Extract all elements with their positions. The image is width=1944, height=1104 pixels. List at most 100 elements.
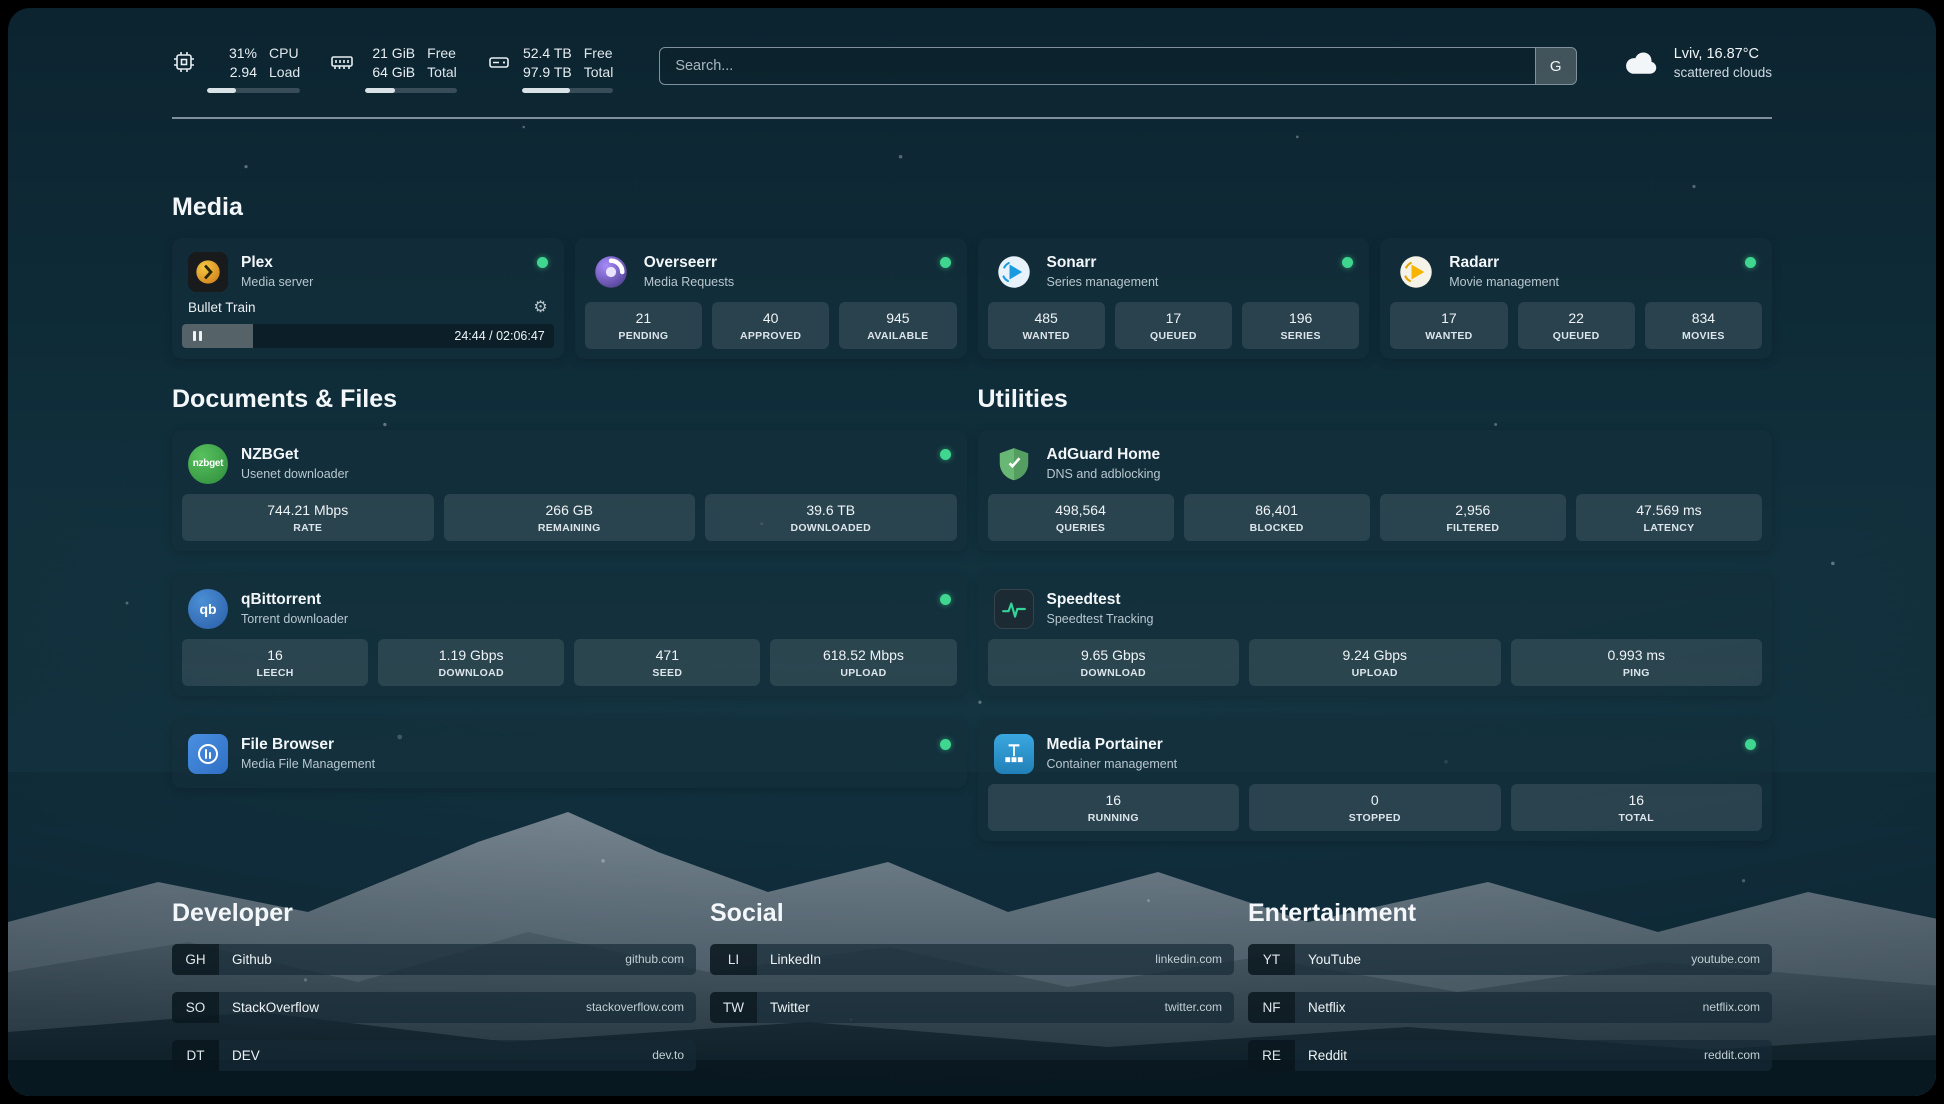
bookmark-github[interactable]: GH Github github.com [172, 944, 696, 975]
bookmark-twitter[interactable]: TW Twitter twitter.com [710, 992, 1234, 1023]
bookmark-abbr: DT [172, 1040, 219, 1071]
bookmark-group-developer: Developer GH Github github.com SO StackO… [172, 899, 696, 1088]
service-subtitle: Media server [241, 275, 524, 289]
status-dot [940, 257, 951, 268]
bookmark-group-social: Social LI LinkedIn linkedin.com TW Twitt… [710, 899, 1234, 1088]
media-grid: Plex Media server Bullet Train ⚙ 24:44 /… [172, 238, 1772, 359]
service-title: qBittorrent [241, 591, 927, 609]
stat-latency: 47.569 ms LATENCY [1576, 494, 1762, 541]
disk-monitor: 52.4 TB 97.9 TB Free Total [487, 44, 614, 93]
service-subtitle: Media File Management [241, 757, 927, 771]
filebrowser-icon [188, 734, 228, 774]
status-dot [537, 257, 548, 268]
stat-downloaded: 39.6 TB DOWNLOADED [705, 494, 957, 541]
disk-values: 52.4 TB 97.9 TB [522, 44, 572, 82]
bookmark-youtube[interactable]: YT YouTube youtube.com [1248, 944, 1772, 975]
bookmark-name: StackOverflow [219, 992, 586, 1023]
bookmark-linkedin[interactable]: LI LinkedIn linkedin.com [710, 944, 1234, 975]
bookmark-dev[interactable]: DT DEV dev.to [172, 1040, 696, 1071]
pause-button[interactable] [191, 329, 204, 343]
bookmark-abbr: RE [1248, 1040, 1295, 1071]
cpu-values: 31% 2.94 [207, 44, 257, 82]
memory-monitor: 21 GiB 64 GiB Free Total [330, 44, 457, 93]
service-card-adguard[interactable]: AdGuard Home DNS and adblocking 498,564 … [978, 430, 1773, 551]
search-input[interactable] [660, 48, 1534, 84]
cloud-icon [1623, 48, 1661, 78]
service-subtitle: Series management [1047, 275, 1330, 289]
service-title: NZBGet [241, 446, 927, 464]
service-card-radarr[interactable]: Radarr Movie management 17 WANTED 22 QUE… [1380, 238, 1772, 359]
cpu-monitor: 31% 2.94 CPU Load [172, 44, 300, 93]
bookmark-stackoverflow[interactable]: SO StackOverflow stackoverflow.com [172, 992, 696, 1023]
bookmark-netflix[interactable]: NF Netflix netflix.com [1248, 992, 1772, 1023]
service-title: File Browser [241, 736, 927, 754]
service-card-qbittorrent[interactable]: qb qBittorrent Torrent downloader 16 LEE… [172, 575, 967, 696]
now-playing-title: Bullet Train [188, 300, 525, 315]
cpu-progress-bar [207, 88, 300, 93]
service-card-nzbget[interactable]: nzbget NZBGet Usenet downloader 744.21 M… [172, 430, 967, 551]
bookmark-name: Github [219, 944, 625, 975]
bookmark-url: reddit.com [1704, 1040, 1772, 1071]
stat-running: 16 RUNNING [988, 784, 1240, 831]
service-subtitle: Speedtest Tracking [1047, 612, 1757, 626]
resource-monitors: 31% 2.94 CPU Load [172, 44, 613, 93]
memory-values: 21 GiB 64 GiB [365, 44, 415, 82]
stat-queries: 498,564 QUERIES [988, 494, 1174, 541]
bookmark-name: YouTube [1295, 944, 1691, 975]
service-card-portainer[interactable]: Media Portainer Container management 16 … [978, 720, 1773, 841]
memory-progress-bar [365, 88, 457, 93]
service-card-sonarr[interactable]: Sonarr Series management 485 WANTED 17 Q… [978, 238, 1370, 359]
status-dot [940, 739, 951, 750]
status-dot [1342, 257, 1353, 268]
status-dot [1745, 739, 1756, 750]
memory-labels: Free Total [427, 44, 457, 82]
nzbget-icon: nzbget [188, 444, 228, 484]
stat-ping: 0.993 ms PING [1511, 639, 1763, 686]
search-bar: G [659, 47, 1576, 85]
stat-wanted: 485 WANTED [988, 302, 1105, 349]
stat-approved: 40 APPROVED [712, 302, 829, 349]
stat-wanted: 17 WANTED [1390, 302, 1507, 349]
weather-location: Lviv, 16.87°C [1674, 46, 1772, 62]
disk-icon [487, 50, 511, 74]
bookmark-reddit[interactable]: RE Reddit reddit.com [1248, 1040, 1772, 1071]
bookmark-url: youtube.com [1691, 944, 1772, 975]
bookmark-abbr: LI [710, 944, 757, 975]
bookmark-abbr: TW [710, 992, 757, 1023]
section-heading-social: Social [710, 899, 1234, 928]
stat-queued: 17 QUEUED [1115, 302, 1232, 349]
bookmark-abbr: GH [172, 944, 219, 975]
now-playing-row: Bullet Train ⚙ [182, 298, 554, 324]
memory-icon [330, 50, 354, 74]
service-subtitle: DNS and adblocking [1047, 467, 1757, 481]
stat-download: 9.65 Gbps DOWNLOAD [988, 639, 1240, 686]
search-provider-button[interactable]: G [1535, 48, 1576, 84]
stat-queued: 22 QUEUED [1518, 302, 1635, 349]
bookmarks-section: Developer GH Github github.com SO StackO… [172, 899, 1772, 1088]
disk-labels: Free Total [584, 44, 614, 82]
cpu-icon [172, 50, 196, 74]
stat-filtered: 2,956 FILTERED [1380, 494, 1566, 541]
stat-blocked: 86,401 BLOCKED [1184, 494, 1370, 541]
qbittorrent-icon: qb [188, 589, 228, 629]
service-card-plex[interactable]: Plex Media server Bullet Train ⚙ 24:44 /… [172, 238, 564, 359]
disk-progress-bar [522, 88, 614, 93]
service-card-overseerr[interactable]: Overseerr Media Requests 21 PENDING 40 A… [575, 238, 967, 359]
service-subtitle: Torrent downloader [241, 612, 927, 626]
service-title: Speedtest [1047, 591, 1757, 609]
service-card-filebrowser[interactable]: File Browser Media File Management [172, 720, 967, 788]
stat-available: 945 AVAILABLE [839, 302, 956, 349]
service-title: Overseerr [644, 254, 927, 272]
playback-progress-bar: 24:44 / 02:06:47 [182, 324, 554, 348]
settings-gear-icon[interactable]: ⚙ [533, 300, 547, 316]
service-card-speedtest[interactable]: Speedtest Speedtest Tracking 9.65 Gbps D… [978, 575, 1773, 696]
bookmark-url: netflix.com [1703, 992, 1772, 1023]
stat-stopped: 0 STOPPED [1249, 784, 1501, 831]
service-subtitle: Media Requests [644, 275, 927, 289]
sonarr-icon [994, 252, 1034, 292]
stat-upload: 618.52 Mbps UPLOAD [770, 639, 956, 686]
adguard-icon [994, 444, 1034, 484]
utilities-column: Utilities [978, 385, 1773, 841]
plex-icon [188, 252, 228, 292]
service-subtitle: Container management [1047, 757, 1733, 771]
